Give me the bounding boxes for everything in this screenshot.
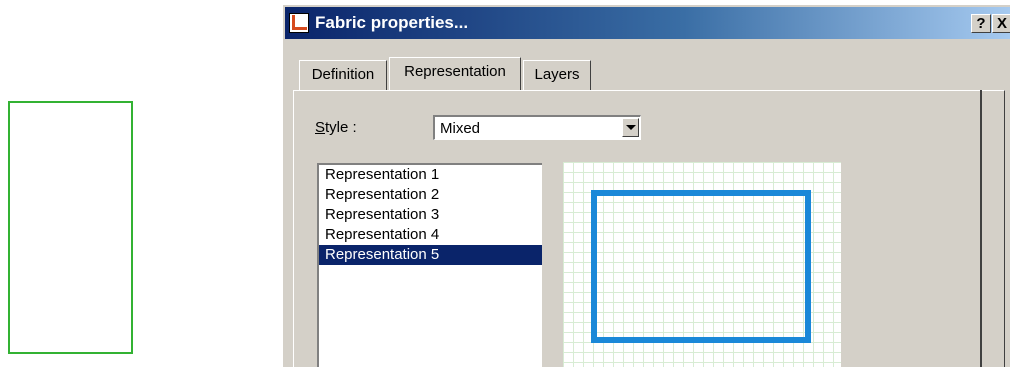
list-item-representation-5[interactable]: Representation 5	[319, 245, 542, 265]
list-item-representation-3[interactable]: Representation 3	[319, 205, 542, 225]
panel-right-edge	[980, 90, 982, 367]
list-item-representation-1[interactable]: Representation 1	[319, 165, 542, 185]
help-button[interactable]: ?	[971, 14, 991, 33]
window-title: Fabric properties...	[315, 13, 469, 32]
tab-layers[interactable]: Layers	[523, 60, 591, 90]
representation-list[interactable]: Representation 1 Representation 2 Repres…	[317, 163, 542, 367]
tab-definition[interactable]: Definition	[299, 60, 387, 90]
preview-outline-rectangle	[591, 190, 811, 343]
title-bar[interactable]: Fabric properties... ? X	[285, 7, 1010, 39]
fabric-properties-dialog: Fabric properties... ? X Definition Repr…	[282, 4, 1010, 367]
dropdown-arrow-icon[interactable]	[622, 118, 639, 137]
style-select-value: Mixed	[440, 120, 481, 137]
list-item-representation-4[interactable]: Representation 4	[319, 225, 542, 245]
tab-representation[interactable]: Representation	[389, 57, 521, 90]
style-select[interactable]: Mixed	[433, 115, 641, 140]
close-button[interactable]: X	[992, 14, 1010, 33]
style-label: Style :	[315, 119, 357, 136]
representation-preview	[563, 162, 841, 367]
external-green-outline	[8, 101, 133, 354]
list-item-representation-2[interactable]: Representation 2	[319, 185, 542, 205]
app-icon	[289, 13, 309, 33]
